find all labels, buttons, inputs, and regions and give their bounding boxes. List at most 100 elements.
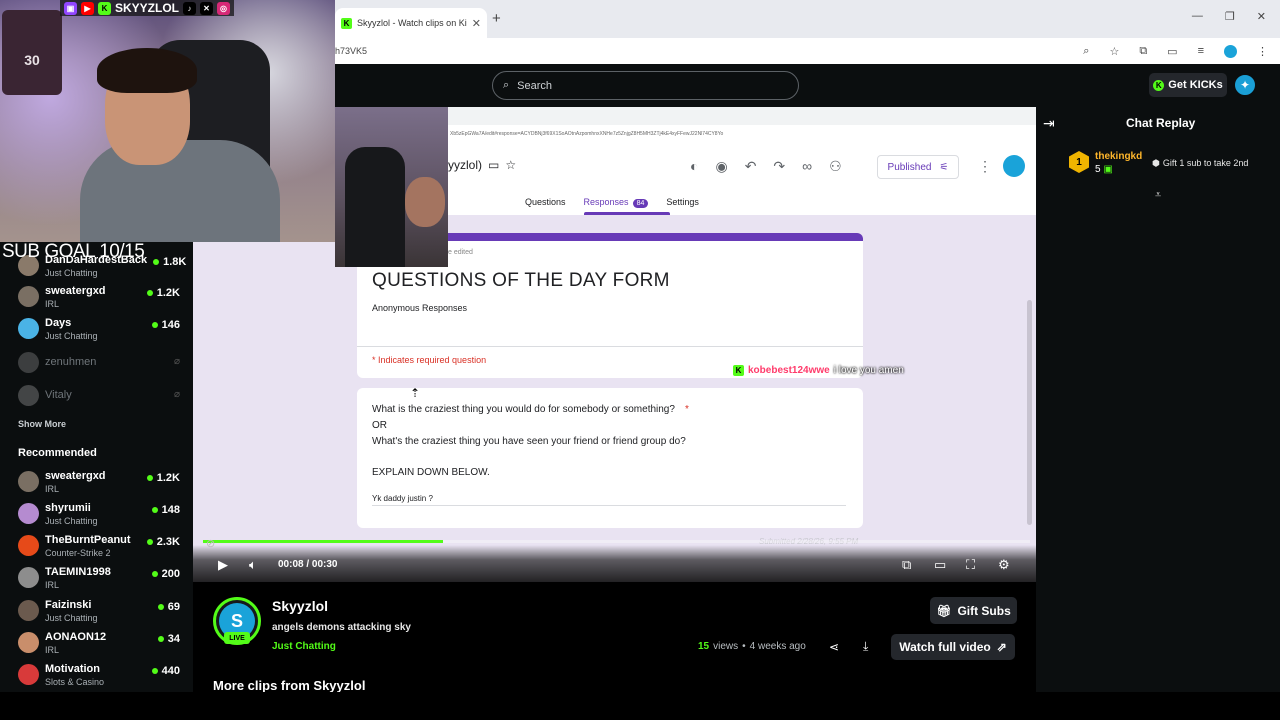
user-avatar[interactable]: ✦ xyxy=(1233,73,1257,97)
channel-category: Counter-Strike 2 xyxy=(45,548,111,558)
search-input[interactable]: ⌕ Search xyxy=(492,71,799,100)
avatar xyxy=(18,385,39,406)
sidebar-channel-item[interactable]: AONAON12 IRL 34 xyxy=(18,630,180,660)
channel-category: Just Chatting xyxy=(45,268,98,278)
theater-mode-icon[interactable]: ▭ xyxy=(934,557,946,573)
youtube-icon: ▶ xyxy=(81,1,94,15)
viewer-count: 1.8K xyxy=(153,256,186,268)
chat-filter-icon[interactable]: ⩡ xyxy=(1155,189,1161,202)
minimize-icon[interactable]: — xyxy=(1192,10,1203,23)
channel-name[interactable]: Skyyzlol xyxy=(272,598,328,614)
extensions-icon[interactable]: ⧉ xyxy=(1139,45,1147,58)
chat-title: Chat Replay xyxy=(1126,116,1196,130)
sidebar-channel-item[interactable]: zenuhmen ⌀ xyxy=(18,350,180,380)
offline-icon: ⌀ xyxy=(173,356,180,367)
gift-username: thekingkd xyxy=(1095,151,1143,162)
channel-name: TAEMIN1998 xyxy=(45,566,111,578)
channel-category: Slots & Casino xyxy=(45,677,105,687)
address-bar[interactable]: h73VK5 ⌕ ☆ ⧉ ▭ ≡ ⋮ xyxy=(335,38,1280,64)
views-label: views xyxy=(713,641,739,652)
form-title: QUESTIONS OF THE DAY FORM xyxy=(372,270,670,291)
live-badge: LIVE xyxy=(224,632,250,644)
clip-stats: 15 views • 4 weeks ago xyxy=(698,641,806,652)
play-icon[interactable]: ▶ xyxy=(218,557,228,573)
close-window-icon[interactable]: ✕ xyxy=(1257,10,1266,23)
sidebar-channel-item[interactable]: sweatergxd IRL 1.2K xyxy=(18,469,180,499)
browser-menu-icon[interactable]: ⋮ xyxy=(1257,45,1268,58)
gift-subs-button[interactable]: 🎁︎ Gift Subs xyxy=(930,597,1017,624)
new-tab-icon[interactable]: + xyxy=(492,10,501,27)
zoom-icon[interactable]: ⌕ xyxy=(1083,45,1089,58)
streamer-hair xyxy=(97,48,197,93)
tab-questions: Questions xyxy=(525,197,566,207)
fullscreen-icon[interactable]: ⛶ xyxy=(966,557,975,573)
gift-icon: 🎁︎ xyxy=(936,603,952,618)
link-icon: ∞ xyxy=(802,158,813,174)
channel-name: zenuhmen xyxy=(45,356,97,368)
address-text[interactable]: h73VK5 xyxy=(335,46,1083,56)
sidebar-channel-item[interactable]: shyrumii Just Chatting 148 xyxy=(18,501,180,531)
offline-icon: ⌀ xyxy=(173,389,180,400)
viewer-count-value: 1.8K xyxy=(163,256,187,268)
collapse-chat-icon[interactable]: ⇥ xyxy=(1043,115,1055,132)
avatar xyxy=(18,503,39,524)
kicks-coin-icon: K xyxy=(1153,79,1165,91)
miniplayer-icon[interactable]: ⧉ xyxy=(902,557,911,573)
viewer-count: 34 xyxy=(157,633,180,645)
tab-title: Skyyzlol - Watch clips on Kick xyxy=(357,18,467,28)
gift-leaderboard-entry[interactable]: 1 thekingkd 5 ▣ xyxy=(1069,151,1142,175)
close-tab-icon[interactable]: ✕ xyxy=(472,17,481,30)
watch-full-video-button[interactable]: Watch full video ⇗ xyxy=(891,634,1015,660)
show-more-link[interactable]: Show More xyxy=(18,419,66,429)
channel-name: Days xyxy=(45,317,72,329)
sidebar-channel-item[interactable]: Faizinski Just Chatting 69 xyxy=(18,598,180,628)
gift-icon: ▣ xyxy=(1103,164,1113,175)
get-kicks-button[interactable]: K Get KICKs xyxy=(1149,73,1227,97)
undo-icon: ↶ xyxy=(744,158,757,174)
sidebar-channel-item[interactable]: TAEMIN1998 IRL 200 xyxy=(18,565,180,595)
tab-responses-label: Responses xyxy=(583,197,629,207)
avatar xyxy=(18,600,39,621)
viewer-count-value: 1.2K xyxy=(156,287,180,299)
cast-icon[interactable]: ▭ xyxy=(1167,45,1177,58)
more-clips-heading: More clips from Skyyzlol xyxy=(213,678,366,693)
profile-icon[interactable] xyxy=(1224,44,1237,58)
viewer-count: 1.2K xyxy=(146,472,180,484)
download-icon[interactable]: ⤓ xyxy=(863,639,868,654)
viewer-count-value: 69 xyxy=(167,601,180,613)
responses-count-badge: 84 xyxy=(632,199,649,208)
channel-info: Faizinski Just Chatting xyxy=(45,598,152,623)
streamer-webcam: 30 xyxy=(0,0,335,242)
bookmark-star-icon[interactable]: ☆ xyxy=(1109,45,1119,58)
sidebar-channel-item[interactable]: TheBurntPeanut Counter-Strike 2 2.3K xyxy=(18,533,180,563)
share-icon[interactable]: ⋖ xyxy=(829,640,839,654)
channel-category: Just Chatting xyxy=(45,516,98,526)
form-tabs: Questions Responses 84 Settings xyxy=(525,197,699,215)
browser-tab[interactable]: K Skyyzlol - Watch clips on Kick ✕ xyxy=(335,8,487,38)
separator: • xyxy=(742,641,746,652)
channel-name: Vitaly xyxy=(45,389,72,401)
sidebar-channel-item[interactable]: Days Just Chatting 146 xyxy=(18,316,180,346)
viewer-count-value: 148 xyxy=(161,504,180,516)
settings-gear-icon[interactable]: ⚙ xyxy=(998,557,1010,573)
preview-eye-icon: ◉ xyxy=(715,158,728,174)
channel-name: sweatergxd xyxy=(45,285,106,297)
channel-name: sweatergxd xyxy=(45,470,106,482)
social-handles-overlay: ▣ ▶ K SKYYZLOL ♪ ✕ ◎ xyxy=(60,0,235,16)
inner-browser-tabbar xyxy=(448,107,1036,125)
live-dot-icon xyxy=(146,539,153,545)
gift-prompt[interactable]: ⬢ Gift 1 sub to take 2nd xyxy=(1152,158,1248,169)
gift-subs-label: Gift Subs xyxy=(957,603,1011,618)
sidebar-channel-item[interactable]: Motivation Slots & Casino 440 xyxy=(18,662,180,692)
sidebar-channel-item[interactable]: sweatergxd IRL 1.2K xyxy=(18,284,180,314)
restore-icon[interactable]: ❐ xyxy=(1225,10,1235,23)
kick-icon: K xyxy=(98,1,111,15)
viewer-count: 1.2K xyxy=(146,287,180,299)
volume-icon[interactable]: 🔈︎ xyxy=(249,557,257,573)
answer-underline xyxy=(372,505,846,506)
sidebar-channel-item[interactable]: Vitaly ⌀ xyxy=(18,383,180,413)
x-icon: ✕ xyxy=(200,1,214,15)
category-link[interactable]: Just Chatting xyxy=(272,641,336,652)
media-icon[interactable]: ≡ xyxy=(1198,45,1204,58)
secondary-webcam xyxy=(335,107,448,267)
